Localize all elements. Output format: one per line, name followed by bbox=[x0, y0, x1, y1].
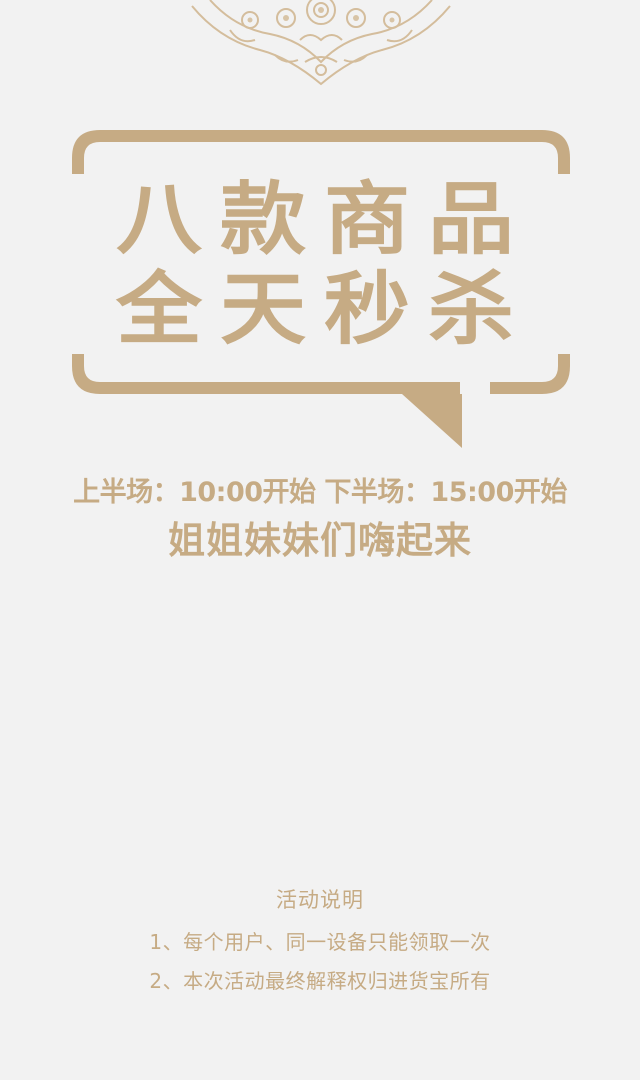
slogan: 姐姐妹妹们嗨起来 bbox=[168, 519, 472, 562]
rule-item: 1、每个用户、同一设备只能领取一次 bbox=[149, 930, 491, 954]
activity-rules: 活动说明 1、每个用户、同一设备只能领取一次 2、本次活动最终解释权归进货宝所有 bbox=[0, 884, 640, 1004]
headline-line-2: 全天秒杀 bbox=[116, 264, 532, 356]
session-schedule: 上半场：10:00开始 下半场：15:00开始 bbox=[73, 477, 567, 508]
floral-ornament bbox=[191, 0, 451, 86]
rules-title: 活动说明 bbox=[276, 888, 364, 912]
headline-line-1: 八款商品 bbox=[116, 174, 532, 266]
rule-item: 2、本次活动最终解释权归进货宝所有 bbox=[149, 969, 491, 993]
